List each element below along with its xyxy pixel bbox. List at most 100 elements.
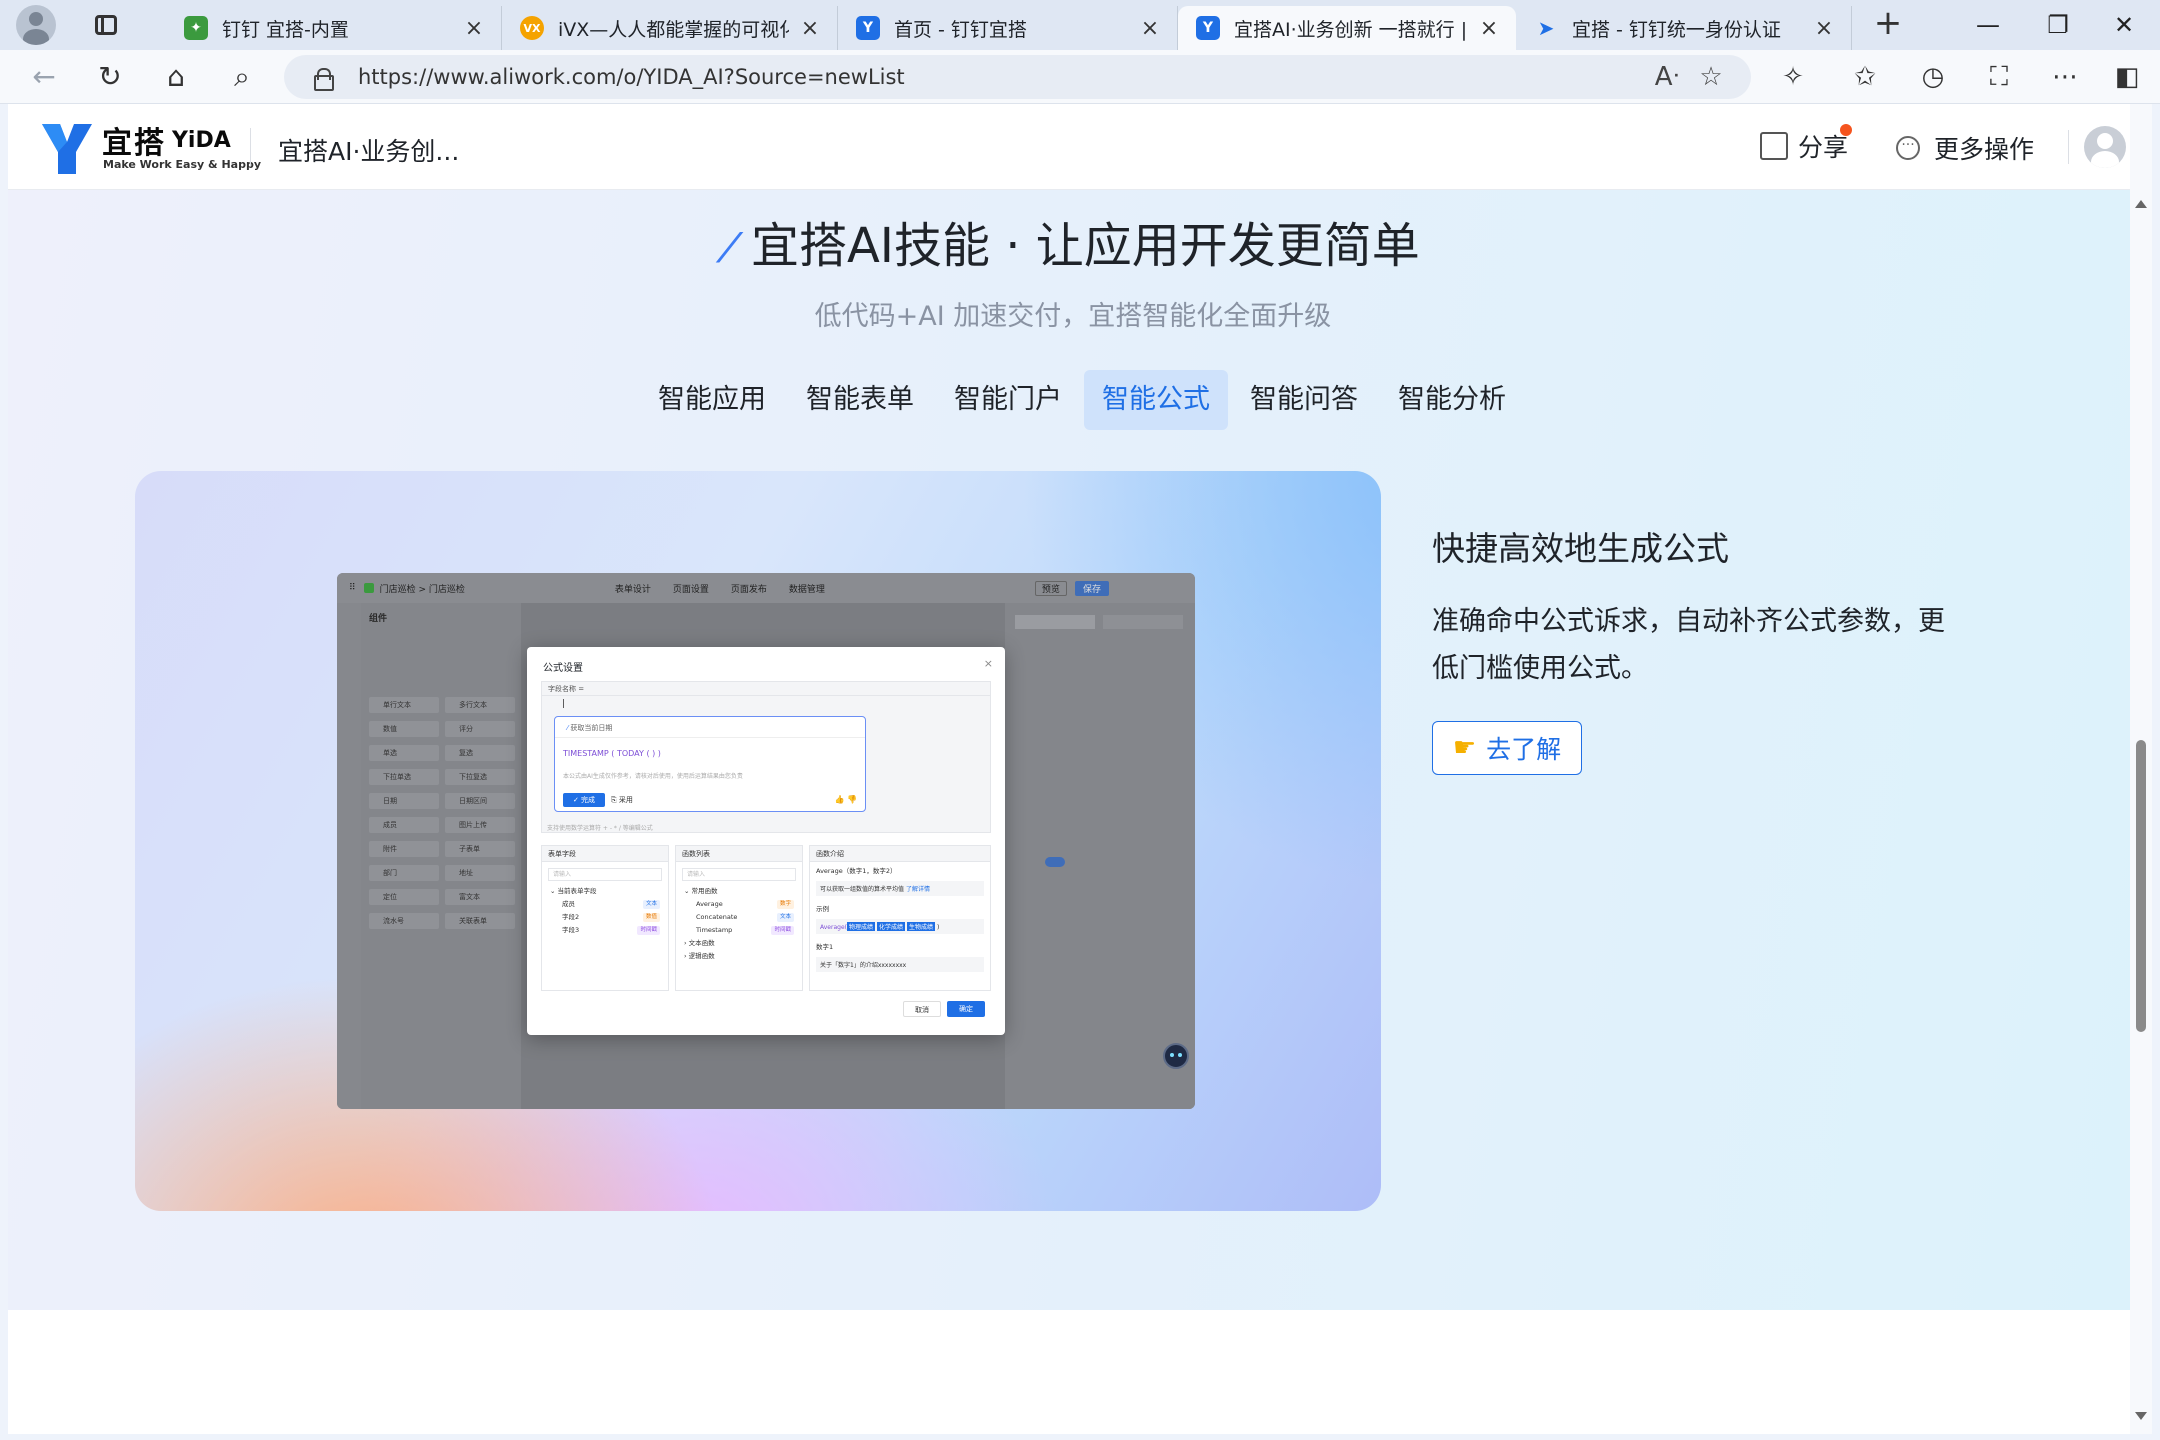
ivx-favicon-icon: VX — [520, 16, 544, 40]
function-type-tag: 文本 — [776, 913, 794, 922]
tab-smart-formula[interactable]: 智能公式 — [1084, 370, 1228, 430]
ai-assistant-robot-icon — [1163, 1043, 1189, 1069]
field-name: 字段3 — [562, 926, 580, 934]
learn-more-label: 去了解 — [1486, 735, 1562, 764]
close-tab-icon[interactable]: × — [463, 16, 485, 41]
screenshot-icon[interactable]: ⛶ — [1976, 54, 2022, 100]
more-dots-icon: ··· — [1896, 136, 1920, 160]
share-icon — [1760, 132, 1788, 160]
demo-component-chip: 附件 — [369, 841, 439, 857]
function-list-column: 函数列表 请输入 ⌄ 常用函数 Average 数字 Concatenate 文本 … — [675, 845, 803, 991]
browser-tab-2[interactable]: VX iVX—人人都能掌握的可视化编 × — [502, 6, 838, 50]
favorites-list-icon[interactable]: ✩ — [1842, 54, 1888, 100]
column-title: 函数列表 — [676, 846, 802, 862]
tab-smart-portal[interactable]: 智能门户 — [936, 370, 1080, 430]
function-description: 可以获取一组数值的算术平均值 了解详情 — [816, 881, 984, 896]
close-tab-icon[interactable]: × — [1813, 16, 1835, 41]
sidebar-toggle-icon[interactable]: ◧ — [2104, 54, 2150, 100]
param-label: 数字1 — [816, 943, 834, 951]
demo-component-chip: 富文本 — [445, 889, 515, 905]
demo-component-chip: 单行文本 — [369, 697, 439, 713]
ai-formula-popup: ⁄ 获取当前日期 TIMESTAMP ( TODAY ( ) ) 本公式由AI生… — [554, 716, 866, 812]
grid-icon: ⠿ — [349, 583, 356, 593]
close-tab-icon[interactable]: × — [1139, 16, 1161, 41]
refresh-icon[interactable]: ↻ — [88, 55, 132, 99]
logo-text-cn: 宜搭 — [102, 126, 166, 161]
ai-sparkle-icon: ⁄ — [726, 226, 733, 272]
url-text[interactable]: https://www.aliwork.com/o/YIDA_AI?Source… — [358, 65, 1645, 89]
more-menu-icon[interactable]: ⋯ — [2042, 54, 2088, 100]
home-icon[interactable]: ⌂ — [154, 55, 198, 99]
close-window-icon[interactable]: ✕ — [2094, 0, 2154, 50]
vertical-scrollbar[interactable] — [2130, 104, 2152, 1434]
formula-editor: 字段名称 = | ⁄ 获取当前日期 TIMESTAMP ( TODAY ( ) … — [541, 681, 991, 833]
ai-apply-label: 采用 — [618, 796, 633, 804]
back-arrow-icon[interactable]: ← — [22, 55, 66, 99]
editor-cursor: | — [562, 699, 566, 709]
address-bar[interactable]: https://www.aliwork.com/o/YIDA_AI?Source… — [284, 55, 1751, 99]
demo-component-chip: 数值 — [369, 721, 439, 737]
browser-tab-5[interactable]: ➤ 宜搭 - 钉钉统一身份认证 × — [1516, 6, 1852, 50]
restore-window-icon[interactable]: ❐ — [2028, 0, 2088, 50]
form-fields-column: 表单字段 请输入 ⌄ 当前表单字段 成员 文本 字段2 数值 字段3 时间戳 — [541, 845, 669, 991]
demo-component-chip: 地址 — [445, 865, 515, 881]
section-title: ⁄ 宜搭AI技能 · 让应用开发更简单 — [8, 206, 2138, 276]
demo-component-chip: 定位 — [369, 889, 439, 905]
user-avatar[interactable] — [2084, 126, 2126, 168]
function-name: Average — [696, 900, 723, 908]
header-divider — [250, 128, 251, 166]
favorite-star-icon[interactable]: ☆ — [1689, 62, 1733, 92]
read-aloud-icon[interactable]: Aᐧ — [1645, 62, 1689, 92]
feature-title: 快捷高效地生成公式 — [1432, 529, 1729, 568]
learn-more-button[interactable]: ☛ 去了解 — [1432, 721, 1582, 775]
scroll-down-arrow-icon[interactable] — [2135, 1412, 2147, 1420]
share-button[interactable]: 分享 — [1760, 128, 1848, 164]
demo-component-chip: 关联表单 — [445, 913, 515, 929]
history-icon[interactable]: ◷ — [1910, 54, 1956, 100]
dialog-cancel-button: 取消 — [903, 1001, 941, 1017]
tab-smart-app[interactable]: 智能应用 — [640, 370, 784, 430]
more-actions-label: 更多操作 — [1934, 135, 2035, 164]
lock-icon[interactable] — [312, 67, 334, 91]
tab-smart-form[interactable]: 智能表单 — [788, 370, 932, 430]
field-type-tag: 文本 — [642, 900, 660, 909]
yida-favicon-icon: Y — [1196, 16, 1220, 40]
close-tab-icon[interactable]: × — [799, 16, 821, 41]
demo-tab-page-settings: 页面设置 — [672, 584, 709, 595]
function-signature: Average（数字1，数字2） — [816, 867, 897, 875]
demo-component-chip: 评分 — [445, 721, 515, 737]
browser-tab-3[interactable]: Y 首页 - 钉钉宜搭 × — [838, 6, 1178, 50]
function-row: Concatenate 文本 — [676, 911, 802, 924]
tab-smart-qa[interactable]: 智能问答 — [1232, 370, 1376, 430]
example-token: 生物成绩 — [907, 922, 936, 931]
scrollbar-thumb[interactable] — [2136, 740, 2146, 1032]
field-name-label: 字段名称 = — [542, 682, 990, 696]
new-tab-button[interactable]: + — [1866, 3, 1910, 47]
ai-generated-formula: TIMESTAMP ( TODAY ( ) ) — [563, 749, 661, 758]
more-actions-button[interactable]: ··· 更多操作 — [1896, 130, 2034, 166]
demo-component-chip: 日期区间 — [445, 793, 515, 809]
extensions-icon[interactable]: ✧ — [1770, 54, 1816, 100]
search-icon[interactable]: ⌕ — [220, 55, 264, 99]
demo-save-button: 保存 — [1074, 580, 1109, 596]
tab-actions-icon[interactable] — [86, 5, 126, 45]
function-example: Average(物理成绩 化学成绩 生物成绩) — [816, 919, 984, 934]
tab-smart-analysis[interactable]: 智能分析 — [1380, 370, 1524, 430]
web-page: 宜搭 YiDA Make Work Easy & Happy 宜搭AI·业务创.… — [8, 104, 2138, 1434]
demo-component-chip: 下拉复选 — [445, 769, 515, 785]
demo-preview-button: 预览 — [1034, 580, 1067, 596]
profile-avatar-icon[interactable] — [16, 5, 56, 45]
minimize-window-icon[interactable]: — — [1958, 0, 2018, 50]
browser-tab-strip: ✦ 钉钉 宜搭-内置 × VX iVX—人人都能掌握的可视化编 × Y 首页 -… — [0, 0, 2160, 50]
example-function: Average( — [820, 924, 847, 931]
browser-tab-4-active[interactable]: Y 宜搭AI·业务创新 一搭就行 | 宜 × — [1178, 6, 1516, 50]
demo-breadcrumb: 门店巡检 > 门店巡检 — [379, 584, 465, 595]
field-type-tag: 数值 — [642, 913, 660, 922]
close-tab-icon[interactable]: × — [1478, 16, 1500, 41]
browser-tab-1[interactable]: ✦ 钉钉 宜搭-内置 × — [166, 6, 502, 50]
scroll-up-arrow-icon[interactable] — [2135, 200, 2147, 208]
browser-toolbar: ← ↻ ⌂ ⌕ https://www.aliwork.com/o/YIDA_A… — [0, 50, 2160, 104]
logo-slogan: Make Work Easy & Happy — [103, 158, 262, 171]
yida-logo-icon[interactable] — [40, 122, 94, 176]
function-group: › 逻辑函数 — [684, 952, 715, 960]
